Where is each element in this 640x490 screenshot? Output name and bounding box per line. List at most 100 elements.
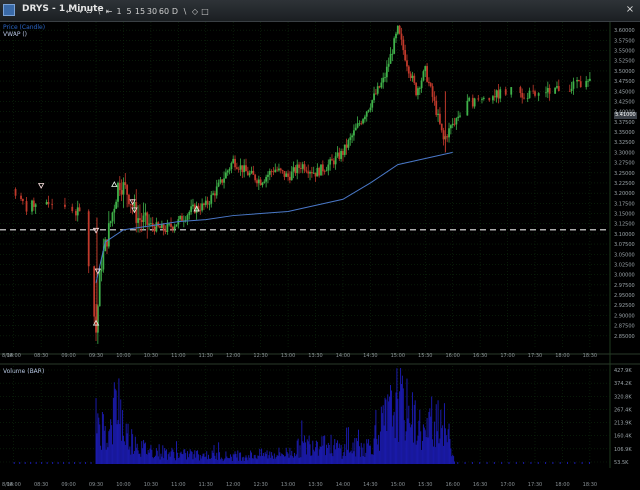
volume-bar: [332, 456, 334, 464]
volume-bar: [429, 408, 431, 464]
volume-bar: [420, 431, 422, 464]
volume-bar: [202, 453, 204, 464]
candle-body: [471, 97, 474, 107]
volume-bar: [283, 456, 285, 464]
volume-bar: [309, 444, 311, 464]
volume-bar: [263, 456, 265, 464]
volume-bar: [238, 460, 240, 464]
time-tick-label-volume: 08:30: [34, 482, 48, 488]
candle-body: [488, 97, 491, 101]
volume-bar: [68, 462, 70, 464]
candle-body: [435, 100, 438, 115]
candle-body: [316, 167, 319, 177]
volume-bar: [431, 396, 433, 464]
volume-bar: [409, 423, 411, 464]
candle-body: [188, 211, 191, 216]
volume-bar: [415, 444, 417, 464]
volume-bar: [273, 453, 275, 464]
price-tick-label: 3.45000: [614, 89, 635, 95]
volume-bar: [289, 447, 291, 464]
chart-canvas[interactable]: 08:0008:0008:3008:3009:0009:0009:3009:30…: [0, 0, 640, 490]
price-tick-label: 3.27500: [614, 161, 635, 167]
volume-bar: [225, 451, 227, 464]
volume-bar: [287, 453, 289, 464]
volume-bar: [157, 456, 159, 464]
volume-bar: [372, 454, 374, 464]
volume-bar: [334, 438, 336, 464]
volume-bar: [257, 455, 259, 464]
candle-body: [373, 93, 375, 101]
volume-bar: [331, 453, 333, 464]
volume-bar: [209, 459, 211, 464]
candle-body: [71, 206, 74, 212]
volume-bar: [501, 462, 503, 464]
candle-body: [268, 171, 271, 175]
candle-body: [321, 164, 324, 172]
volume-bar: [239, 452, 241, 464]
volume-bar: [328, 444, 330, 464]
volume-bar: [230, 456, 232, 464]
volume-bar: [229, 454, 231, 464]
time-tick-label-volume: 18:00: [555, 482, 569, 488]
candle-body: [159, 226, 161, 229]
candle-body: [332, 160, 335, 165]
price-tick-label: 3.17500: [614, 201, 635, 207]
candle-body: [149, 223, 152, 224]
volume-bar: [232, 454, 234, 464]
candle-body: [203, 203, 205, 206]
volume-bar: [139, 453, 141, 464]
volume-bar: [134, 436, 136, 464]
volume-bar: [153, 458, 155, 464]
candle-body: [455, 118, 458, 125]
volume-bar: [453, 456, 455, 464]
volume-bar: [41, 462, 43, 464]
volume-bar: [341, 458, 343, 464]
candle-body: [221, 179, 224, 183]
volume-bar: [143, 439, 145, 464]
volume-bar: [404, 440, 406, 464]
volume-bar: [361, 447, 363, 464]
candle-body: [428, 81, 430, 84]
volume-bar: [119, 424, 121, 464]
candle-body: [296, 164, 299, 174]
volume-tick-label: 160.4K: [614, 434, 632, 440]
time-tick-label: 17:00: [500, 353, 514, 359]
candle-body: [210, 194, 213, 204]
volume-bar: [432, 439, 434, 464]
volume-bar: [117, 420, 119, 464]
volume-bar: [74, 462, 76, 464]
volume-bar: [219, 459, 221, 464]
volume-bar: [353, 451, 355, 464]
volume-bar: [436, 431, 438, 464]
candle-body: [21, 199, 24, 202]
volume-bar: [336, 442, 338, 464]
volume-bar: [416, 440, 418, 464]
volume-bar: [137, 450, 139, 464]
candle-body: [78, 207, 81, 212]
volume-bar: [218, 452, 220, 464]
volume-bar: [229, 458, 231, 464]
volume-bar: [479, 462, 481, 464]
volume-bar: [378, 434, 380, 464]
volume-bar: [258, 455, 260, 464]
volume-bar: [118, 378, 120, 464]
candle-body: [387, 63, 390, 67]
candle-body: [340, 151, 343, 159]
volume-bar: [196, 450, 198, 464]
volume-bar: [384, 397, 386, 464]
candle-body: [215, 186, 218, 196]
candle-body: [118, 182, 121, 191]
candle-body: [376, 86, 379, 94]
volume-bar: [296, 440, 298, 464]
candle-body: [466, 100, 469, 116]
volume-bar: [224, 458, 226, 464]
volume-bar: [104, 425, 106, 464]
candle-body: [148, 223, 150, 225]
price-tick-label: 3.42500: [614, 99, 635, 105]
price-tick-label: 3.15000: [614, 212, 635, 218]
candle-body: [246, 171, 249, 176]
volume-bar: [256, 459, 258, 464]
time-tick-label-volume: 12:00: [226, 482, 240, 488]
volume-bar: [339, 448, 341, 464]
time-tick-label: 12:00: [226, 353, 240, 359]
